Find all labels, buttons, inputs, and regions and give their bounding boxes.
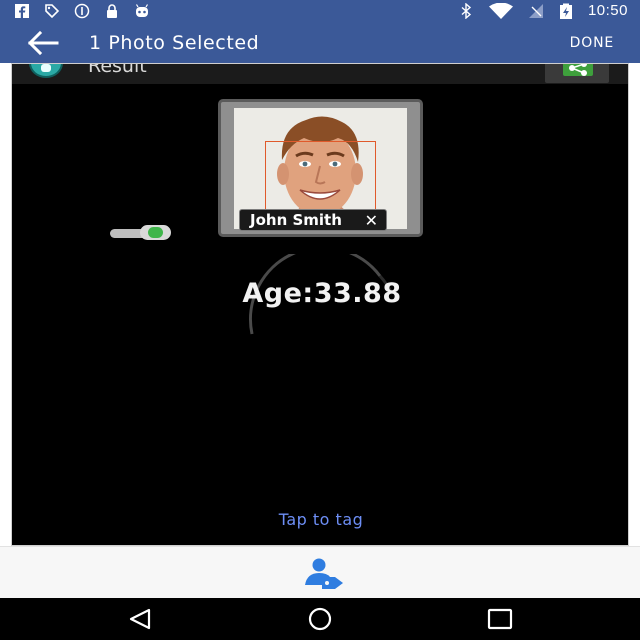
facebook-icon bbox=[15, 4, 29, 19]
nav-home-icon[interactable] bbox=[305, 607, 335, 631]
photo-card[interactable]: John Smith ✕ bbox=[218, 99, 423, 237]
age-result: Age:33.88 bbox=[242, 278, 402, 309]
status-clock: 10:50 bbox=[587, 2, 628, 19]
nav-back-icon[interactable] bbox=[126, 607, 156, 631]
done-button[interactable]: DONE bbox=[570, 35, 614, 51]
close-icon[interactable]: ✕ bbox=[365, 211, 378, 230]
toggle-knob bbox=[140, 225, 171, 240]
result-header: Result bbox=[12, 63, 628, 84]
signal-icon bbox=[528, 3, 543, 18]
lock-icon bbox=[107, 4, 117, 18]
share-button[interactable] bbox=[545, 64, 609, 83]
tags-icon bbox=[45, 4, 60, 19]
tap-to-tag-link[interactable]: Tap to tag bbox=[12, 510, 628, 529]
status-bar: 10:50 bbox=[0, 0, 640, 22]
android-icon bbox=[135, 4, 149, 17]
battery-icon bbox=[559, 3, 572, 19]
result-label: Result bbox=[88, 63, 147, 77]
progress-ring-icon bbox=[248, 254, 394, 335]
bluetooth-icon bbox=[461, 2, 472, 19]
tag-person-icon[interactable] bbox=[297, 557, 345, 589]
result-avatar-icon bbox=[29, 64, 63, 78]
bottom-toolbar bbox=[0, 546, 640, 598]
toggle-switch[interactable] bbox=[110, 225, 172, 241]
arrow-back-icon[interactable] bbox=[26, 30, 60, 56]
info-icon bbox=[74, 3, 90, 19]
nav-recents-icon[interactable] bbox=[485, 607, 515, 631]
name-tag-label: John Smith bbox=[250, 211, 342, 229]
page-title: 1 Photo Selected bbox=[89, 32, 260, 54]
status-bar-left-icons bbox=[14, 3, 150, 19]
system-nav-bar bbox=[0, 598, 640, 640]
status-bar-right-icons: 10:50 bbox=[458, 2, 628, 19]
app-bar: 1 Photo Selected DONE bbox=[0, 22, 640, 63]
wifi-icon bbox=[488, 2, 513, 19]
name-tag[interactable]: John Smith ✕ bbox=[239, 209, 387, 231]
share-icon bbox=[563, 64, 593, 76]
result-panel: Result John Smith ✕ Age:33.88 Tap to tag bbox=[11, 63, 629, 546]
